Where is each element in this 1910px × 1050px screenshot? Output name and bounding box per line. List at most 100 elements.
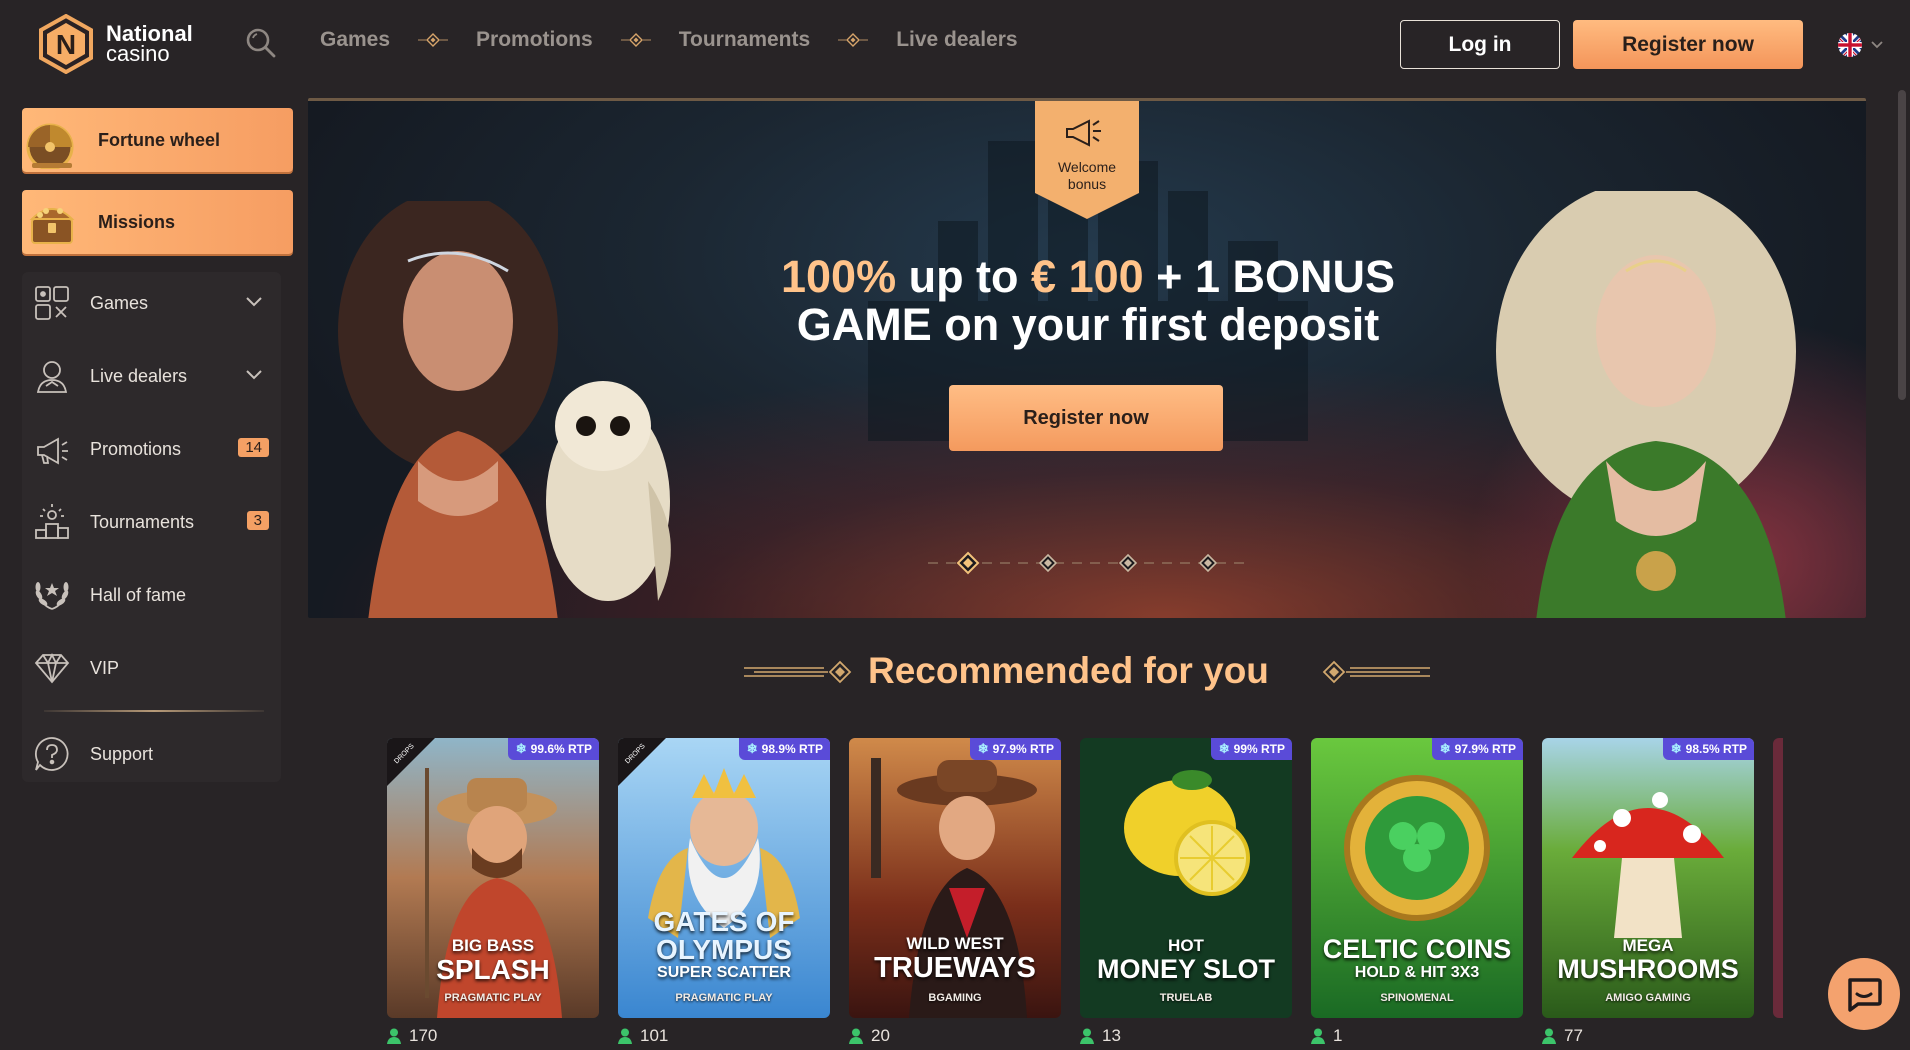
fortune-wheel-icon: [26, 123, 74, 169]
banner-slide-indicators: [928, 551, 1248, 575]
brand-name: National casino: [106, 23, 193, 65]
slide-dot-3[interactable]: [1118, 553, 1138, 573]
promotions-count-badge: 14: [238, 438, 269, 457]
slide-dot-2[interactable]: [1038, 553, 1058, 573]
brand-logo[interactable]: N National casino: [36, 14, 193, 74]
svg-text:N: N: [56, 29, 76, 60]
welcome-tag-line2: bonus: [1067, 176, 1107, 192]
player-count-value: 101: [640, 1026, 669, 1045]
game-provider: TRUELAB: [1159, 992, 1213, 1004]
rtp-badge: ❄ 99% RTP: [1210, 738, 1292, 760]
game-title-line1: CELTIC COINS: [1322, 934, 1512, 964]
login-button[interactable]: Log in: [1400, 20, 1560, 69]
sidebar-item-promotions[interactable]: Promotions 14: [22, 419, 281, 479]
player-count: 20: [849, 1026, 890, 1046]
sidebar-item-support[interactable]: Support: [22, 724, 281, 784]
sidebar-item-live-dealers[interactable]: Live dealers: [22, 346, 281, 406]
sidebar-item-label: Live dealers: [90, 365, 188, 386]
sidebar-item-tournaments[interactable]: Tournaments 3: [22, 492, 281, 552]
sidebar-item-label: Games: [90, 292, 149, 313]
game-card-gates-of-olympus[interactable]: DROPS ❄ 98.9% RTP GATES OF OLYMPUS SUPER …: [618, 738, 830, 1018]
chevron-down-icon[interactable]: [245, 295, 263, 309]
player-count: 13: [1080, 1026, 1121, 1046]
missions-label: Missions: [98, 211, 176, 232]
page-scrollbar[interactable]: [1898, 90, 1906, 400]
register-button[interactable]: Register now: [1573, 20, 1803, 69]
live-dealer-icon: [36, 361, 68, 393]
sidebar-item-hall-of-fame[interactable]: Hall of fame: [22, 565, 281, 625]
diamond-icon: [34, 652, 70, 684]
welcome-tag-line1: Welcome: [1057, 159, 1117, 175]
game-provider: PRAGMATIC PLAY: [675, 992, 773, 1004]
language-selector[interactable]: [1838, 33, 1884, 57]
nav-tournaments[interactable]: Tournaments: [679, 28, 810, 52]
game-title-line2: MONEY SLOT: [1096, 954, 1276, 984]
rtp-badge: ❄ 97.9% RTP: [969, 738, 1061, 760]
top-header: N National casino Games Promotions Tourn…: [0, 0, 1910, 88]
sidebar-item-label: Promotions: [90, 438, 182, 459]
fortune-wheel-label: Fortune wheel: [98, 129, 221, 150]
game-title-line2: MUSHROOMS: [1557, 954, 1739, 984]
rtp-badge: ❄ 99.6% RTP: [507, 738, 599, 760]
slide-dot-4[interactable]: [1198, 553, 1218, 573]
logo-badge-icon: N: [39, 14, 93, 74]
slide-dot-1[interactable]: [956, 551, 980, 575]
headline-line2: GAME on your first deposit: [796, 299, 1380, 350]
game-provider: SPINOMENAL: [1380, 992, 1454, 1004]
game-provider: AMIGO GAMING: [1605, 992, 1691, 1004]
enchantress-illustration: [1496, 191, 1796, 618]
nav-live-dealers[interactable]: Live dealers: [896, 28, 1017, 52]
rtp-badge: ❄ 98.9% RTP: [738, 738, 830, 760]
headline-amount: € 100: [1031, 251, 1144, 302]
snowflake-icon: ❄: [746, 741, 758, 756]
sidebar-item-label: Support: [90, 743, 154, 764]
rtp-value: 97.9% RTP: [992, 742, 1054, 756]
question-icon: [34, 737, 69, 771]
trophy-icon: [35, 504, 69, 539]
sidebar-item-games[interactable]: Games: [22, 273, 281, 333]
tournaments-count-badge: 3: [246, 511, 269, 530]
snowflake-icon: ❄: [1218, 741, 1230, 756]
player-count: 170: [387, 1026, 437, 1046]
game-provider: BGAMING: [928, 992, 982, 1004]
nav-games[interactable]: Games: [320, 28, 390, 52]
game-card-partial[interactable]: [1773, 738, 1783, 1018]
sidebar-item-vip[interactable]: VIP: [22, 638, 281, 698]
headline-up-to: up to: [896, 251, 1032, 302]
headline-bonus: + 1 BONUS: [1143, 251, 1395, 302]
banner-register-button[interactable]: Register now: [949, 385, 1223, 451]
sidebar-item-label: Hall of fame: [90, 584, 187, 605]
bonus-headline: 100% up to € 100 + 1 BONUS GAME on your …: [738, 253, 1438, 349]
player-count-value: 1: [1333, 1026, 1343, 1045]
nav-diamond-separator-icon: [418, 33, 449, 47]
sidebar-item-label: VIP: [90, 657, 120, 678]
game-title-line1: MEGA: [1622, 936, 1674, 955]
sidebar-divider: [44, 710, 264, 712]
chevron-down-icon[interactable]: [245, 368, 263, 382]
game-card-big-bass-splash[interactable]: DROPS ❄ 99.6% RTP BIG BASS SPLASH PRAGMAT…: [387, 738, 599, 1018]
game-card-wild-west-trueways[interactable]: ❄ 97.9% RTP WILD WEST TRUEWAYS BGAMING: [849, 738, 1061, 1018]
live-chat-button[interactable]: [1828, 958, 1900, 1030]
sorceress-with-owl-illustration: [338, 201, 671, 618]
player-icon: [1080, 1028, 1094, 1044]
game-card-hot-money-slot[interactable]: ❄ 99% RTP HOT MONEY SLOT TRUELAB: [1080, 738, 1292, 1018]
player-icon: [618, 1028, 632, 1044]
game-card-mega-mushrooms[interactable]: ❄ 98.5% RTP MEGA MUSHROOMS AMIGO GAMING: [1542, 738, 1754, 1018]
nav-diamond-separator-icon: [620, 33, 651, 47]
player-count: 101: [618, 1026, 668, 1046]
welcome-bonus-text: Welcome bonus: [1035, 159, 1139, 193]
snowflake-icon: ❄: [977, 741, 989, 756]
rtp-value: 99% RTP: [1233, 742, 1285, 756]
player-count: 1: [1311, 1026, 1342, 1046]
snowflake-icon: ❄: [515, 741, 527, 756]
missions-button[interactable]: Missions: [22, 190, 293, 254]
recommended-heading: Recommended for you: [868, 650, 1269, 691]
nav-promotions[interactable]: Promotions: [476, 28, 593, 52]
rtp-value: 98.9% RTP: [761, 742, 823, 756]
fortune-wheel-button[interactable]: Fortune wheel: [22, 108, 293, 172]
treasure-chest-icon: [29, 208, 75, 244]
headline-percent: 100%: [780, 251, 897, 302]
game-card-celtic-coins[interactable]: ❄ 97.9% RTP CELTIC COINS HOLD & HIT 3X3 S…: [1311, 738, 1523, 1018]
search-icon[interactable]: [244, 26, 278, 60]
game-title-line2: OLYMPUS: [656, 934, 792, 965]
